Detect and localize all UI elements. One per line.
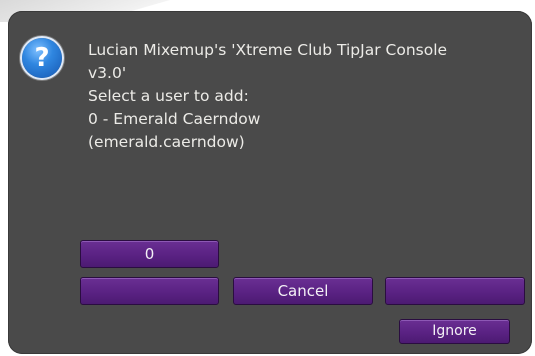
cancel-button[interactable]: Cancel [233,277,373,305]
ignore-button[interactable]: Ignore [399,319,510,344]
empty-option-button-left[interactable] [80,277,219,305]
option-0-button[interactable]: 0 [80,240,219,268]
empty-option-button-right[interactable] [385,277,525,305]
script-dialog: ? Lucian Mixemup's 'Xtreme Club TipJar C… [8,11,532,354]
dialog-message: Lucian Mixemup's 'Xtreme Club TipJar Con… [88,41,448,151]
help-question-icon: ? [22,38,62,78]
